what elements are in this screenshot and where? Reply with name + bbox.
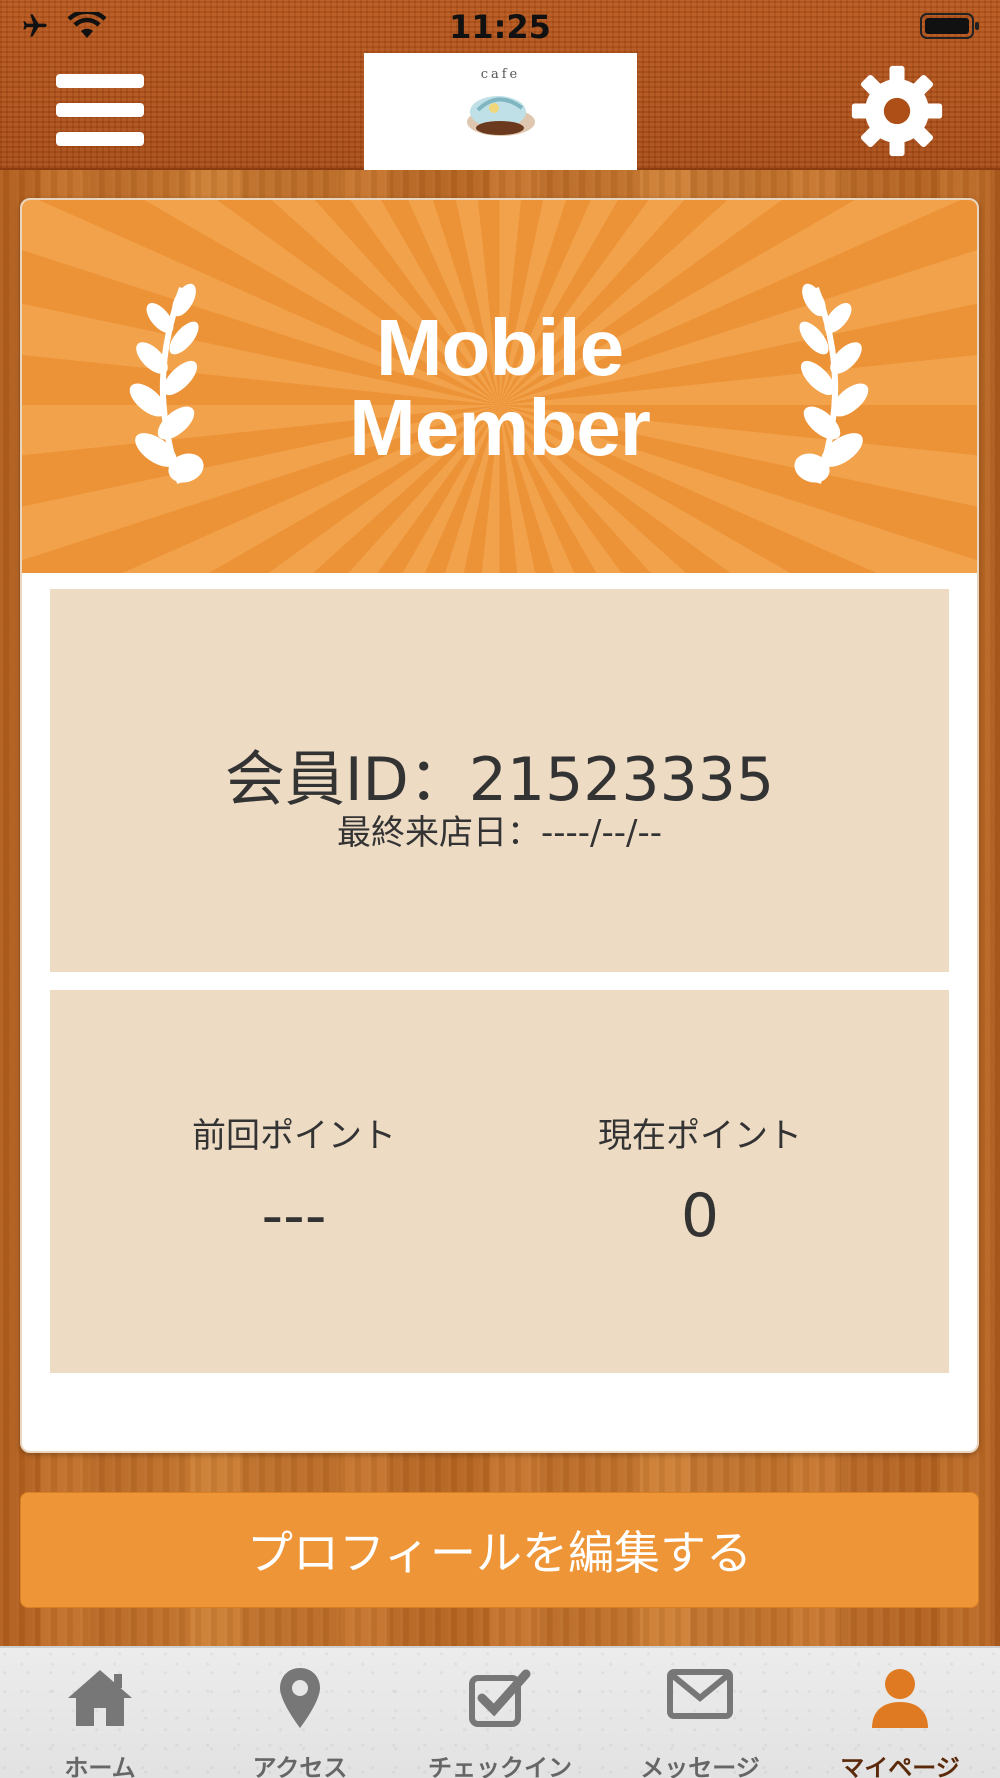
tab-home[interactable]: ホーム — [0, 1648, 200, 1778]
gear-icon — [851, 65, 943, 157]
app-header: 11:25 cafe — [0, 0, 1000, 170]
tab-access-label: アクセス — [252, 1754, 348, 1778]
user-icon — [872, 1669, 928, 1728]
cup-illustration-icon — [466, 96, 535, 136]
tab-checkin[interactable]: チェックイン — [400, 1648, 600, 1778]
menu-bar — [56, 103, 144, 117]
hamburger-menu-button[interactable] — [56, 74, 146, 150]
previous-points-label: 前回ポイント — [192, 1116, 396, 1156]
menu-bar — [56, 132, 144, 146]
last-visit-text: 最終来店日：----/--/-- — [336, 813, 663, 853]
checkbox-icon — [469, 1669, 531, 1727]
shop-logo: cafe — [364, 53, 637, 170]
current-points-label: 現在ポイント — [598, 1116, 802, 1156]
member-card: Mobile Member 会員ID：21523335 最終来店日：----/-… — [20, 198, 979, 1453]
logo-text: cafe — [480, 67, 521, 82]
tab-mypage-label: マイページ — [840, 1754, 960, 1778]
status-bar: 11:25 — [0, 0, 1000, 54]
member-banner: Mobile Member — [22, 200, 977, 573]
tab-message[interactable]: メッセージ — [600, 1648, 800, 1778]
points-panel: 前回ポイント --- 現在ポイント 0 — [50, 990, 949, 1373]
edit-profile-button[interactable]: プロフィールを編集する — [20, 1492, 979, 1608]
tab-mypage[interactable]: マイページ — [800, 1648, 1000, 1778]
battery-icon — [920, 12, 980, 44]
tab-message-label: メッセージ — [640, 1754, 760, 1778]
current-points: 現在ポイント 0 — [500, 1108, 900, 1251]
status-time: 11:25 — [449, 8, 551, 46]
tab-access[interactable]: アクセス — [200, 1648, 400, 1778]
tab-home-label: ホーム — [64, 1754, 136, 1778]
laurel-right-icon — [794, 283, 869, 484]
map-pin-icon — [280, 1668, 320, 1728]
settings-gear-button[interactable] — [850, 64, 944, 158]
menu-bar — [56, 74, 144, 88]
previous-points-value: --- — [261, 1181, 327, 1251]
tab-bar: ホーム アクセス チェックイン メッセージ マイページ — [0, 1646, 1000, 1778]
envelope-icon — [667, 1669, 733, 1719]
tab-checkin-label: チェックイン — [428, 1754, 572, 1778]
home-icon — [68, 1670, 132, 1726]
current-points-value: 0 — [680, 1181, 720, 1251]
previous-points: 前回ポイント --- — [94, 1108, 494, 1251]
member-id-panel: 会員ID：21523335 最終来店日：----/--/-- — [50, 589, 949, 972]
